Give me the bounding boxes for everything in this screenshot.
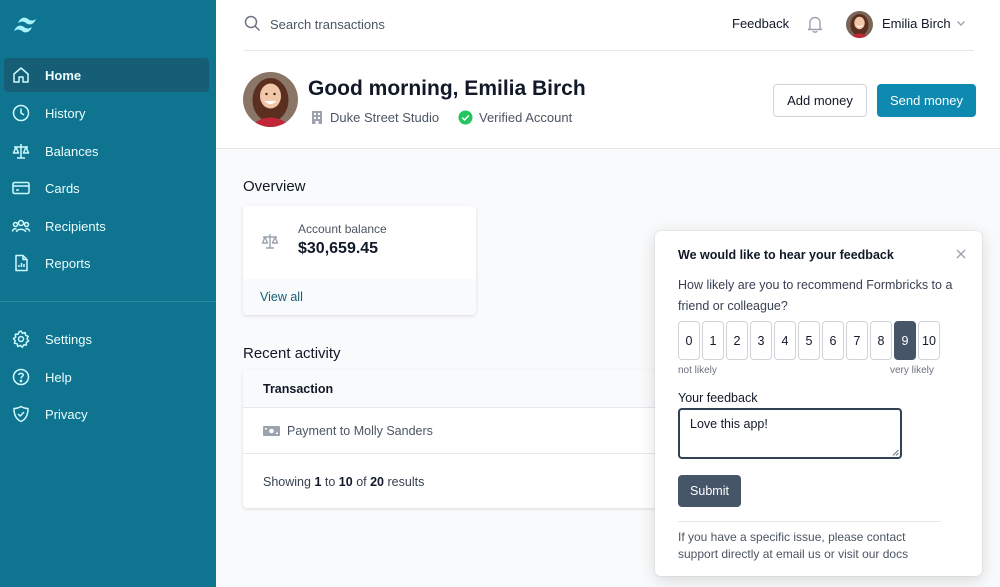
- gear-icon: [12, 330, 30, 348]
- sidebar-item-privacy[interactable]: Privacy: [4, 397, 209, 431]
- send-money-button[interactable]: Send money: [877, 84, 976, 117]
- sidebar-item-label: Reports: [45, 255, 91, 271]
- clock-icon: [12, 104, 30, 122]
- add-money-button[interactable]: Add money: [773, 84, 867, 117]
- pagination-total: 20: [370, 475, 385, 489]
- nps-option-0[interactable]: 0: [678, 321, 700, 360]
- sidebar-item-label: Cards: [45, 180, 80, 196]
- sidebar-item-help[interactable]: Help: [4, 360, 209, 394]
- question-circle-icon: [12, 368, 30, 386]
- company-name: Duke Street Studio: [330, 110, 440, 125]
- sidebar-item-label: History: [45, 105, 86, 121]
- nps-option-3[interactable]: 3: [750, 321, 772, 360]
- sidebar-item-recipients[interactable]: Recipients: [4, 209, 209, 243]
- activity-table: Transaction Payment to Molly Sanders Sho…: [243, 370, 673, 508]
- sidebar-divider: [0, 301, 216, 302]
- check-circle-icon: [458, 110, 473, 125]
- nps-high-label: very likely: [890, 365, 934, 376]
- bell-icon[interactable]: [806, 14, 824, 34]
- sidebar-item-history[interactable]: History: [4, 96, 209, 130]
- credit-card-icon: [12, 181, 30, 195]
- sidebar-item-label: Home: [45, 67, 82, 83]
- sidebar-item-home[interactable]: Home: [4, 58, 209, 92]
- feedback-widget: We would like to hear your feedback How …: [655, 231, 982, 576]
- support-note: If you have a specific issue, please con…: [678, 530, 909, 561]
- overview-heading: Overview: [243, 178, 306, 195]
- home-icon: [13, 67, 29, 83]
- search-input[interactable]: [270, 13, 570, 35]
- chevron-down-icon[interactable]: [956, 18, 966, 28]
- pagination-of-word: of: [356, 475, 367, 489]
- search-icon: [244, 15, 261, 32]
- nps-option-2[interactable]: 2: [726, 321, 748, 360]
- page-header: Good morning, Emilia Birch Duke Street S…: [216, 52, 1000, 149]
- sidebar-item-settings[interactable]: Settings: [4, 322, 209, 356]
- cash-icon: [263, 426, 280, 436]
- feedback-field-label: Your feedback: [678, 391, 758, 405]
- resize-handle-icon[interactable]: [892, 449, 899, 456]
- nps-option-6[interactable]: 6: [822, 321, 844, 360]
- pagination-suffix: results: [387, 475, 425, 489]
- nps-option-9[interactable]: 9: [894, 321, 916, 360]
- user-name[interactable]: Emilia Birch: [882, 16, 951, 31]
- nps-scale: 0 1 2 3 4 5 6 7 8 9 10: [678, 321, 941, 360]
- view-all-link[interactable]: View all: [260, 290, 303, 304]
- transaction-description: Payment to Molly Sanders: [287, 424, 433, 438]
- nps-option-10[interactable]: 10: [918, 321, 940, 360]
- shield-check-icon: [13, 405, 29, 423]
- widget-divider: [678, 521, 941, 522]
- pagination-from: 1: [314, 475, 322, 489]
- nps-option-7[interactable]: 7: [846, 321, 868, 360]
- pagination-summary: Showing 1 to 10 of 20 results: [263, 475, 424, 489]
- verified-status: Verified Account: [479, 110, 573, 125]
- balance-label: Account balance: [298, 222, 387, 236]
- recent-activity-heading: Recent activity: [243, 345, 341, 362]
- table-header: Transaction: [243, 370, 673, 408]
- nps-low-label: not likely: [678, 365, 717, 376]
- widget-title: We would like to hear your feedback: [678, 248, 894, 262]
- page-title: Good morning, Emilia Birch: [308, 77, 586, 100]
- users-icon: [11, 219, 31, 233]
- column-header-transaction: Transaction: [263, 382, 334, 396]
- pagination-prefix: Showing: [263, 475, 311, 489]
- nps-question: How likely are you to recommend Formbric…: [678, 278, 953, 313]
- user-avatar[interactable]: [846, 11, 873, 38]
- sidebar-item-label: Recipients: [45, 218, 106, 234]
- tailwind-logo-icon[interactable]: [12, 14, 42, 38]
- sidebar: Home History Balances Cards Recipients R…: [0, 0, 216, 587]
- profile-avatar: [243, 72, 298, 127]
- nps-option-5[interactable]: 5: [798, 321, 820, 360]
- account-balance-card: Account balance $30,659.45 View all: [243, 206, 476, 315]
- balance-value: $30,659.45: [298, 240, 379, 257]
- sidebar-item-balances[interactable]: Balances: [4, 134, 209, 168]
- sidebar-item-cards[interactable]: Cards: [4, 171, 209, 205]
- pagination-to: 10: [338, 475, 353, 489]
- sidebar-item-label: Help: [45, 369, 72, 385]
- sidebar-item-label: Settings: [45, 331, 92, 347]
- feedback-textarea[interactable]: [678, 408, 902, 459]
- topbar: Feedback Emilia Birch: [244, 0, 974, 51]
- office-building-icon: [312, 111, 322, 124]
- nps-option-8[interactable]: 8: [870, 321, 892, 360]
- close-icon[interactable]: [954, 247, 968, 261]
- table-row[interactable]: Payment to Molly Sanders: [243, 409, 673, 454]
- submit-button[interactable]: Submit: [678, 475, 741, 507]
- nps-option-1[interactable]: 1: [702, 321, 724, 360]
- sidebar-item-label: Privacy: [45, 406, 88, 422]
- feedback-link[interactable]: Feedback: [732, 16, 789, 31]
- sidebar-item-reports[interactable]: Reports: [4, 246, 209, 280]
- scale-icon: [12, 144, 30, 159]
- sidebar-item-label: Balances: [45, 143, 99, 159]
- nps-option-4[interactable]: 4: [774, 321, 796, 360]
- pagination-to-word: to: [324, 475, 336, 489]
- scale-icon: [261, 234, 279, 249]
- document-report-icon: [15, 254, 28, 272]
